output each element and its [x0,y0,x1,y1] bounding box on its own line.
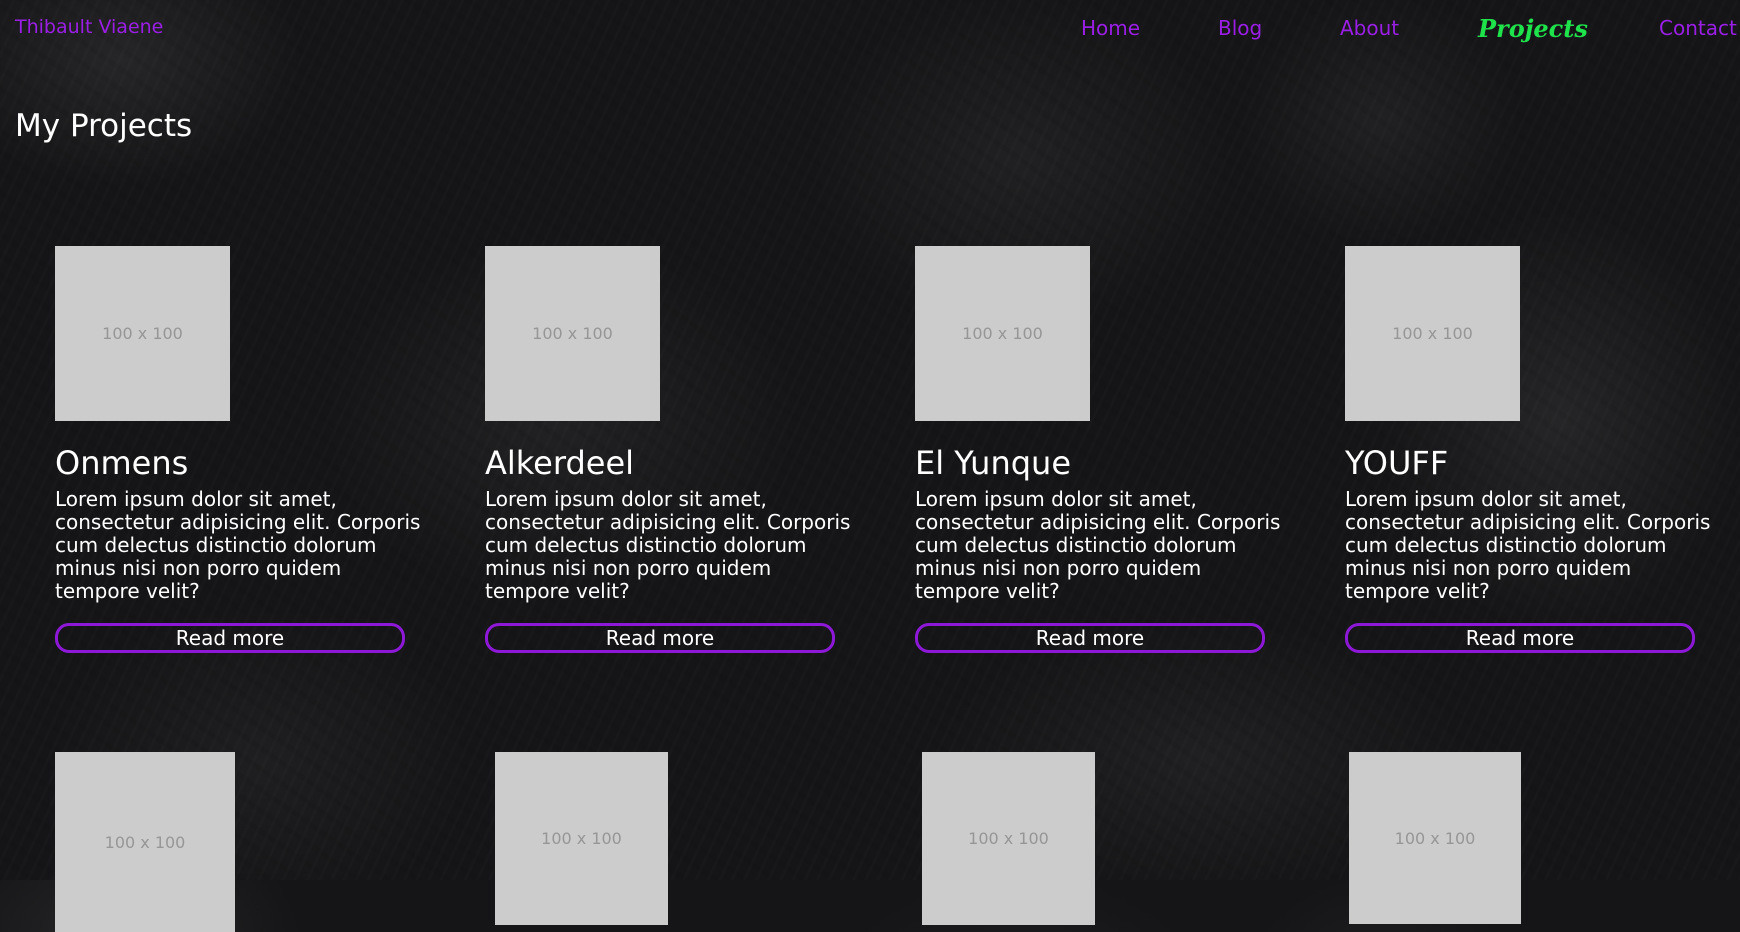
thumbnail-placeholder-label: 100 x 100 [968,829,1049,848]
brand-link[interactable]: Thibault Viaene [15,16,163,38]
thumbnail-placeholder-label: 100 x 100 [1394,828,1476,848]
project-thumbnail: 100 x 100 [495,752,668,925]
project-thumbnail: 100 x 100 [915,246,1090,421]
thumbnail-placeholder-label: 100 x 100 [541,829,622,848]
project-description: Lorem ipsum dolor sit amet, consectetur … [55,487,421,603]
read-more-button[interactable]: Read more [1345,623,1695,653]
thumbnail-placeholder-label: 100 x 100 [532,324,613,343]
read-more-button[interactable]: Read more [485,623,835,653]
project-title: El Yunque [915,444,1071,482]
nav-projects[interactable]: Projects [1478,14,1588,43]
nav-blog[interactable]: Blog [1218,16,1262,40]
thumbnail-placeholder-label: 100 x 100 [102,324,183,343]
project-thumbnail: 100 x 100 [1349,752,1521,924]
thumbnail-placeholder-label: 100 x 100 [962,324,1043,343]
project-title: Onmens [55,444,189,482]
background-painting [0,0,1740,880]
project-thumbnail: 100 x 100 [922,752,1095,925]
project-description: Lorem ipsum dolor sit amet, consectetur … [1345,487,1711,603]
nav-about[interactable]: About [1340,16,1399,40]
project-thumbnail: 100 x 100 [1345,246,1520,421]
read-more-button[interactable]: Read more [55,623,405,653]
project-description: Lorem ipsum dolor sit amet, consectetur … [485,487,851,603]
project-description: Lorem ipsum dolor sit amet, consectetur … [915,487,1281,603]
thumbnail-placeholder-label: 100 x 100 [104,832,186,852]
thumbnail-placeholder-label: 100 x 100 [1392,324,1473,343]
project-thumbnail: 100 x 100 [485,246,660,421]
top-navigation: Thibault Viaene Home Blog About Projects… [0,0,1740,60]
project-title: Alkerdeel [485,444,635,482]
project-thumbnail: 100 x 100 [55,752,235,932]
nav-home[interactable]: Home [1081,16,1140,40]
read-more-button[interactable]: Read more [915,623,1265,653]
nav-contact[interactable]: Contact [1659,16,1737,40]
project-title: YOUFF [1345,444,1449,482]
project-thumbnail: 100 x 100 [55,246,230,421]
page-title: My Projects [15,108,193,144]
